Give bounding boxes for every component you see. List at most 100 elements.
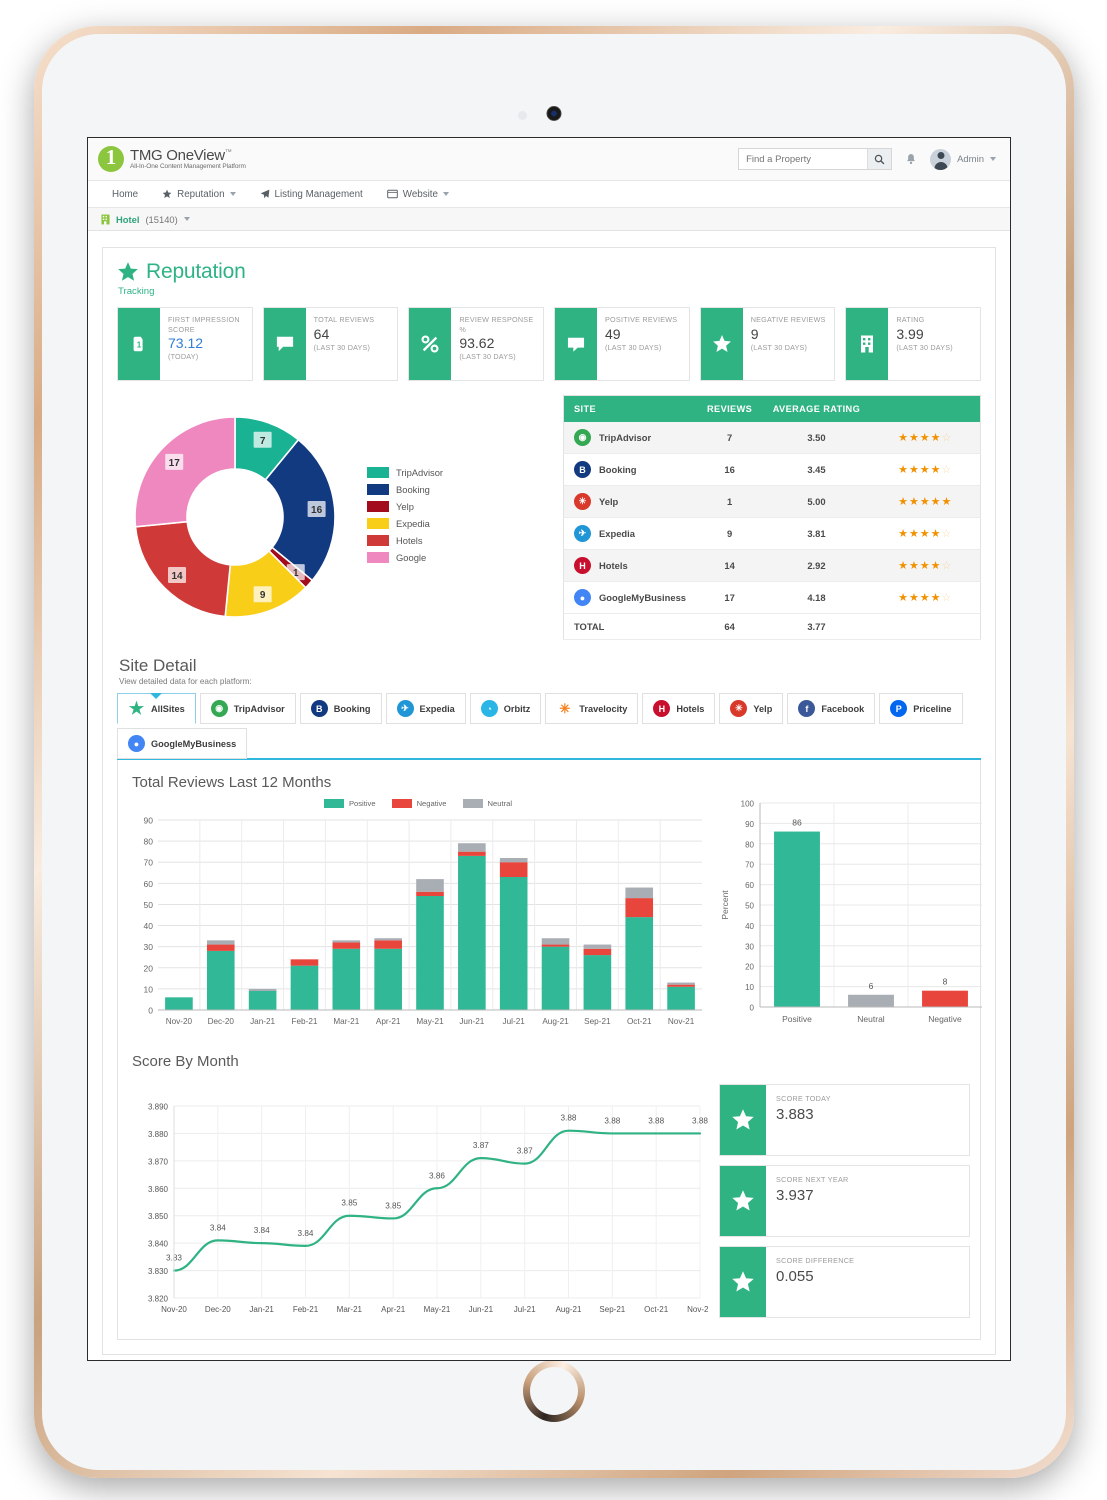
nav-item-website[interactable]: Website [375, 181, 461, 207]
star-rating-icon: ★★★★☆ [898, 528, 953, 540]
googlemybusiness-icon: ● [128, 735, 145, 752]
tab-priceline[interactable]: P Priceline [879, 693, 963, 724]
legend-label: Negative [416, 799, 447, 808]
chevron-down-icon[interactable] [229, 192, 236, 196]
svg-text:Oct-21: Oct-21 [627, 1017, 652, 1026]
booking-icon: B [574, 461, 591, 478]
svg-text:3.87: 3.87 [473, 1141, 489, 1150]
percent-bar-chart-svg: 0 10 20 30 40 50 60 70 80 90 100 Percent 86 Positive 6… [720, 800, 982, 1024]
table-row: B Booking 16 3.45 ★★★★☆ [563, 453, 981, 486]
cell-total-reviews: 64 [696, 613, 763, 640]
brand-tm: ™ [224, 148, 232, 156]
svg-text:100: 100 [741, 800, 755, 809]
star-icon [162, 189, 172, 198]
tab-travelocity[interactable]: ✳ Travelocity [545, 693, 639, 724]
tab-facebook[interactable]: f Facebook [787, 693, 876, 724]
chevron-down-icon[interactable] [442, 192, 449, 196]
svg-text:10: 10 [745, 983, 754, 992]
svg-text:70: 70 [144, 858, 154, 868]
brand-logo[interactable]: TMG OneView™ All-In-One Content Manageme… [98, 145, 246, 172]
priceline-icon: P [890, 700, 908, 717]
cell-site: ✳ Yelp [563, 485, 697, 518]
svg-text:14: 14 [171, 571, 183, 582]
svg-text:Jul-21: Jul-21 [503, 1017, 526, 1026]
tab-expedia[interactable]: ✈ Expedia [385, 693, 466, 724]
legend-item: Hotels [367, 534, 443, 546]
svg-text:Mar-21: Mar-21 [337, 1305, 363, 1314]
line-chart-svg: 3.820 3.830 3.840 3.850 3.860 3.870 3.880 3.890… [148, 1103, 713, 1315]
legend-item: Yelp [367, 500, 443, 512]
kpi-sub: (LAST 30 DAYS) [605, 342, 662, 352]
tripadvisor-icon: ◉ [210, 700, 228, 717]
tab-orbitz[interactable]: ◔ Orbitz [469, 693, 542, 724]
site-name: TripAdvisor [599, 432, 652, 443]
kpi-review-response-pct: REVIEW RESPONSE % 93.62 (LAST 30 DAYS) [408, 307, 545, 381]
donut-and-table-row: 7 16 1 9 14 17 TripAdvisor Booking Yelp Exped… [117, 395, 981, 640]
notifications-button[interactable] [904, 152, 918, 166]
cell-average-rating: 5.00 [762, 485, 871, 518]
orbitz-icon: ◔ [480, 700, 498, 717]
tab-booking[interactable]: B Booking [299, 693, 382, 724]
svg-text:1: 1 [137, 341, 142, 350]
legend-label: TripAdvisor [396, 466, 444, 478]
svg-text:Dec-20: Dec-20 [205, 1305, 231, 1314]
cell-site: ● GoogleMyBusiness [563, 581, 697, 614]
tab-label: Expedia [419, 703, 455, 714]
tab-googlemybusiness[interactable]: ● GoogleMyBusiness [117, 728, 248, 759]
breadcrumb-label[interactable]: Hotel [116, 214, 139, 225]
tab-label: Yelp [753, 703, 773, 714]
site-name: Expedia [599, 528, 635, 539]
scorecard-value: 3.883 [776, 1106, 814, 1123]
chevron-down-icon[interactable] [990, 157, 996, 161]
nav-item-reputation[interactable]: Reputation [150, 181, 247, 207]
comment-icon [263, 308, 306, 380]
cell-reviews: 9 [696, 517, 763, 550]
table-header-row: SITE REVIEWS AVERAGE RATING [563, 395, 981, 422]
table-row: H Hotels 14 2.92 ★★★★☆ [563, 549, 981, 582]
total-reviews-chart-title: Total Reviews Last 12 Months [132, 774, 332, 791]
svg-text:3.840: 3.840 [148, 1240, 169, 1249]
tab-allsites[interactable]: ★ AllSites [117, 693, 196, 724]
avatar [930, 148, 952, 170]
paper-plane-icon [260, 189, 269, 199]
tab-yelp[interactable]: ✳ Yelp [719, 693, 784, 724]
cell-site: B Booking [563, 453, 697, 486]
user-menu[interactable]: Admin [930, 148, 996, 170]
kpi-value: 93.62 [459, 335, 495, 352]
svg-text:Nov-20: Nov-20 [161, 1305, 187, 1314]
search-input[interactable] [739, 149, 868, 169]
main-nav: Home Reputation Listing Management Websi… [88, 181, 1010, 208]
svg-text:Dec-20: Dec-20 [208, 1017, 235, 1026]
legend-label: Google [396, 551, 427, 563]
property-search[interactable] [738, 148, 893, 170]
app-header: TMG OneView™ All-In-One Content Manageme… [88, 138, 1010, 181]
chevron-down-icon[interactable] [183, 217, 190, 221]
column-header-site: SITE [563, 395, 697, 422]
nav-item-label: Listing Management [274, 188, 363, 200]
svg-text:30: 30 [745, 942, 754, 951]
site-name: GoogleMyBusiness [599, 592, 686, 603]
cell-average-rating: 4.18 [762, 581, 871, 614]
nav-item-home[interactable]: Home [100, 181, 150, 207]
ambient-sensor-icon [518, 111, 527, 120]
legend-item: Negative [391, 799, 447, 808]
user-name: Admin [957, 153, 984, 165]
svg-text:Neutral: Neutral [857, 1014, 885, 1024]
svg-text:Apr-21: Apr-21 [381, 1305, 406, 1314]
hotels-icon: H [653, 700, 671, 717]
tablet-frame: TMG OneView™ All-In-One Content Manageme… [34, 26, 1074, 1478]
svg-text:Sep-21: Sep-21 [599, 1305, 625, 1314]
scorecard-value: 0.055 [776, 1268, 814, 1285]
kpi-positive-reviews: POSITIVE REVIEWS 49 (LAST 30 DAYS) [554, 307, 690, 381]
site-detail-subtitle: View detailed data for each platform: [119, 677, 252, 686]
nav-item-listing-management[interactable]: Listing Management [248, 181, 375, 207]
legend-swatch [462, 799, 483, 808]
svg-text:Jul-21: Jul-21 [514, 1305, 536, 1314]
tab-tripadvisor[interactable]: ◉ TripAdvisor [199, 693, 296, 724]
legend-label: Neutral [487, 799, 513, 808]
home-button[interactable] [523, 1360, 585, 1422]
tab-hotels[interactable]: H Hotels [642, 693, 716, 724]
cell-stars: ★★★★☆ [870, 422, 981, 454]
search-button[interactable] [867, 149, 892, 169]
svg-text:60: 60 [144, 879, 154, 889]
